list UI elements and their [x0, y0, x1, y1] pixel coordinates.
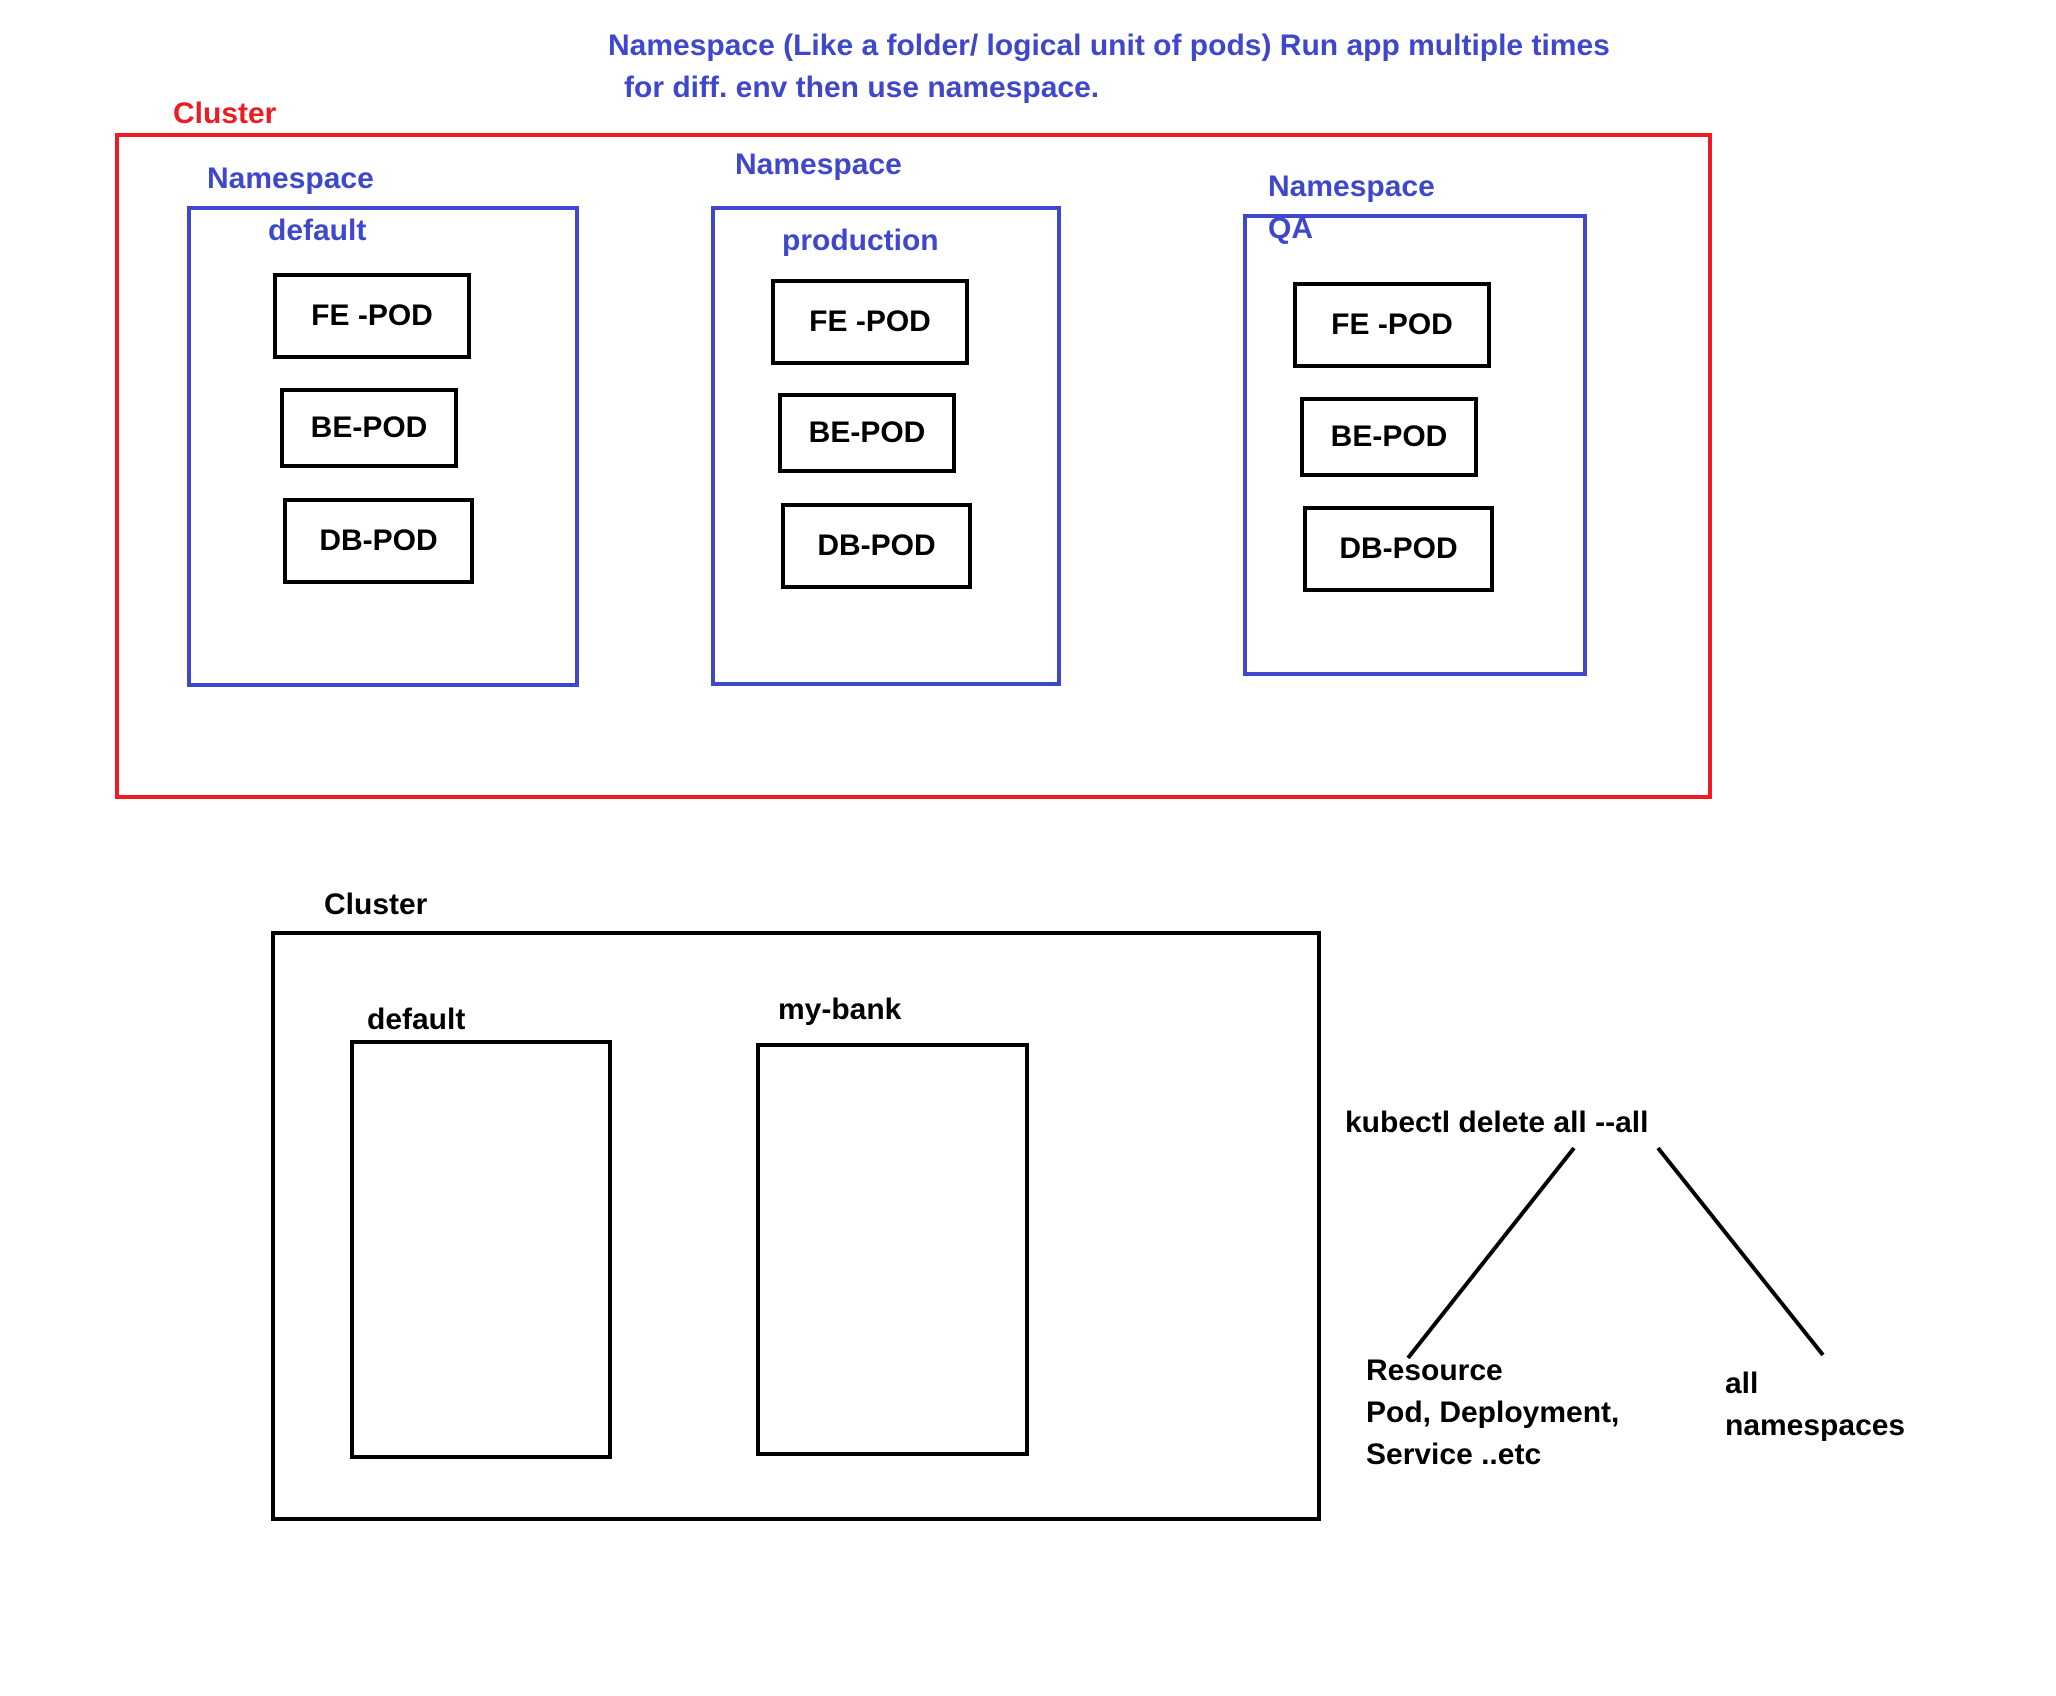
branch-left-line-1: Resource	[1366, 1354, 1503, 1387]
branch-right-line-1: all	[1725, 1367, 1759, 1400]
branch-right-line-2: namespaces	[1725, 1409, 1906, 1442]
branch-left-line-2: Pod, Deployment,	[1366, 1396, 1620, 1429]
branch-line-right	[1656, 1146, 1825, 1357]
branch-line-left	[1406, 1146, 1576, 1360]
branch-left-line-3: Service ..etc	[1366, 1438, 1542, 1471]
